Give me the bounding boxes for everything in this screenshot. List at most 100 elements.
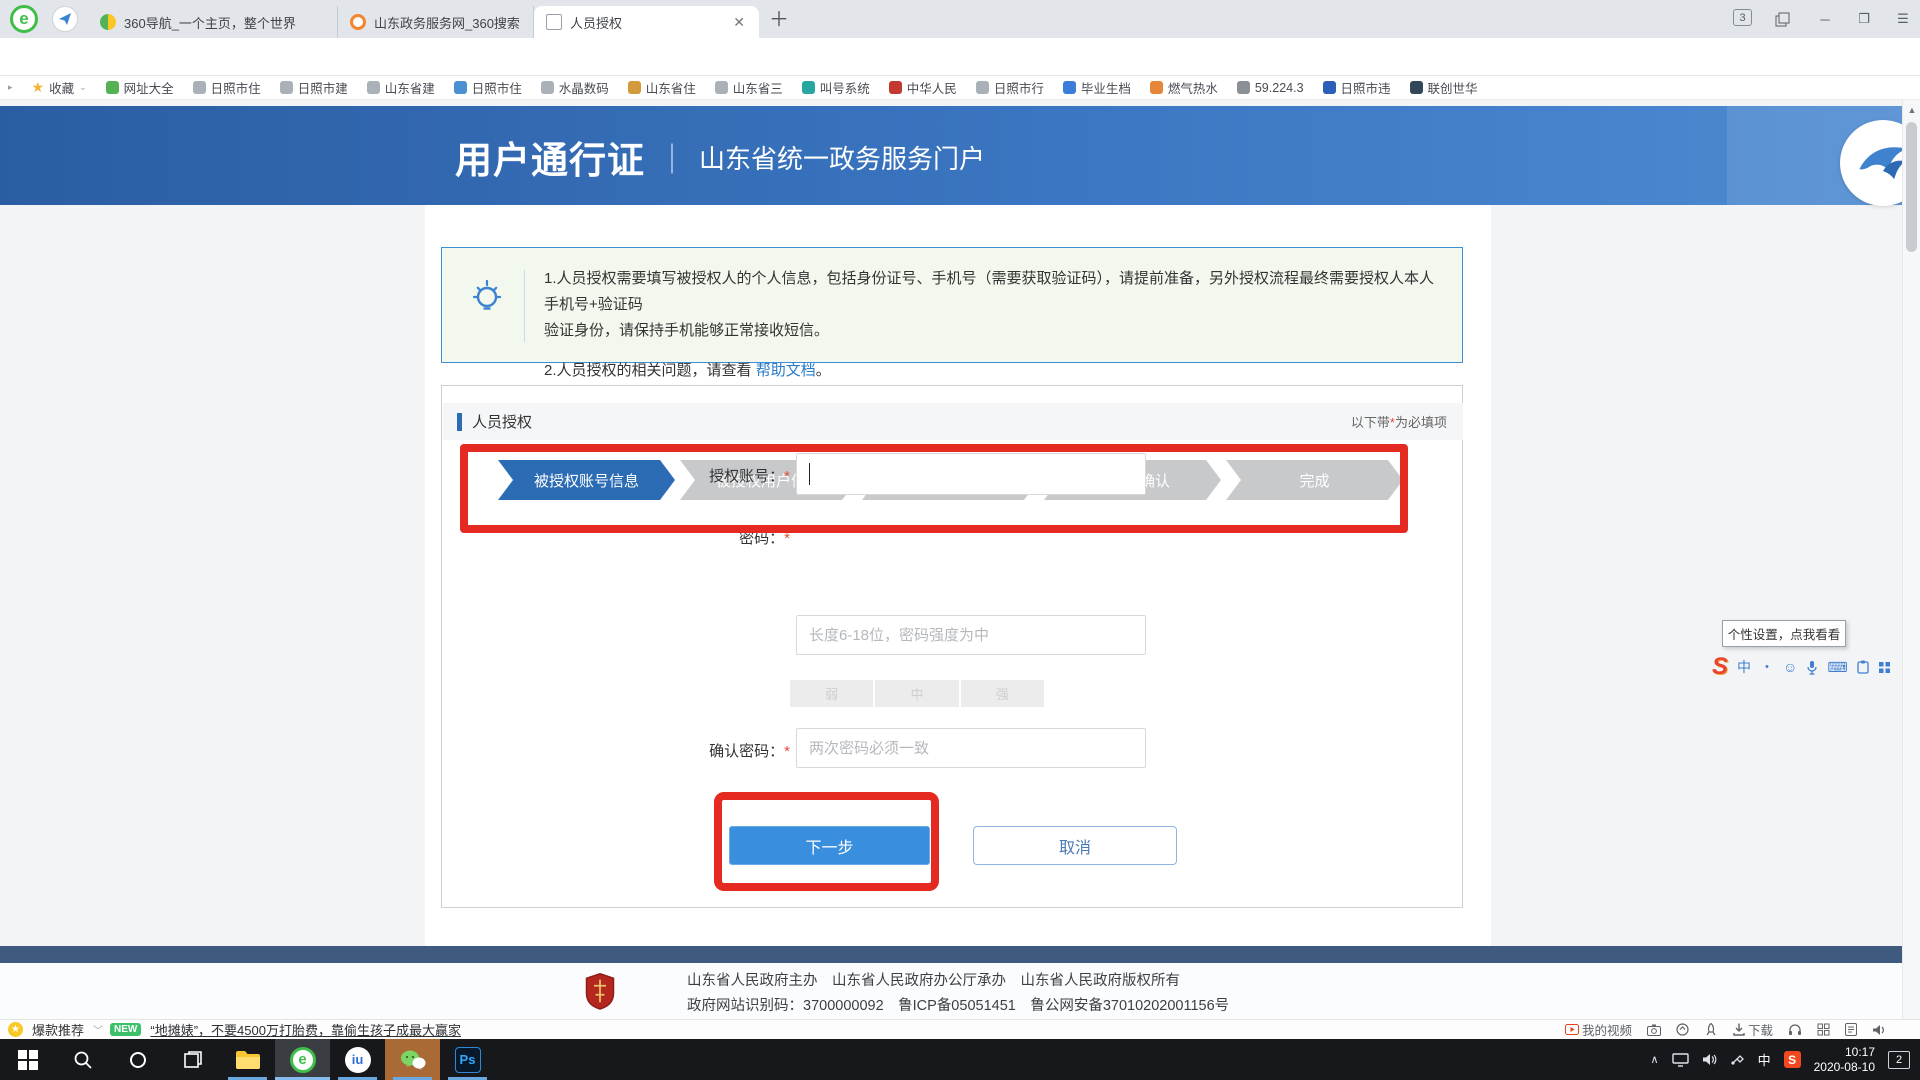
footer-line-2: 政府网站识别码：3700000092 鲁ICP备05051451 鲁公网安备37…: [687, 994, 1229, 1019]
bookmark-item[interactable]: 山东省建: [367, 78, 435, 97]
emoji-icon[interactable]: ☺: [1783, 659, 1797, 675]
mic-icon[interactable]: [1806, 660, 1818, 675]
bookmark-item[interactable]: 网址大全: [106, 78, 174, 97]
annotation-rect-steps: [460, 444, 1408, 533]
double-chevron-icon[interactable]: ﹀: [93, 1022, 101, 1037]
volume-icon[interactable]: [1702, 1053, 1717, 1066]
iu-app-button[interactable]: iu: [330, 1039, 385, 1080]
tab-sd-search[interactable]: 山东政务服务网_360搜索: [338, 6, 534, 38]
bookmark-label: 收藏: [49, 78, 74, 97]
apps-grid-icon[interactable]: [1817, 1023, 1830, 1036]
cancel-button[interactable]: 取消: [973, 826, 1177, 865]
my-videos-button[interactable]: 我的视频: [1565, 1020, 1632, 1039]
bookmark-item[interactable]: 日照市住: [454, 78, 522, 97]
gov-shield-logo: [585, 972, 615, 1015]
bookmark-item[interactable]: 联创世华: [1410, 78, 1478, 97]
strength-weak: 弱: [790, 680, 873, 707]
boost-rocket-icon[interactable]: [1704, 1023, 1718, 1036]
folder-icon: [235, 1049, 261, 1071]
cortana-button[interactable]: [110, 1039, 165, 1080]
reader-icon[interactable]: [1845, 1023, 1857, 1036]
nav-compass-icon[interactable]: [52, 6, 78, 32]
browser-logo-icon[interactable]: e: [10, 5, 38, 33]
ime-indicator[interactable]: 中: [1758, 1050, 1771, 1069]
tab-close-icon[interactable]: ✕: [731, 14, 747, 31]
bookmark-item[interactable]: 毕业生档: [1063, 78, 1131, 97]
scrollbar-thumb[interactable]: [1906, 122, 1917, 252]
page-scrollbar[interactable]: ▲ ▼: [1902, 100, 1920, 1039]
notice-divider: [524, 270, 525, 342]
window-count-badge[interactable]: 3: [1733, 9, 1752, 26]
screenshot-icon[interactable]: [1647, 1024, 1661, 1036]
photoshop-button[interactable]: Ps: [440, 1039, 495, 1080]
task-view-button[interactable]: [165, 1039, 220, 1080]
taskbar-clock[interactable]: 10:17 2020-08-10: [1814, 1045, 1875, 1075]
system-tray: ∧ 中 S 10:17 2020-08-10 2: [1651, 1039, 1920, 1080]
clipboard-icon[interactable]: [1857, 660, 1869, 674]
section-accent-bar: [457, 413, 462, 431]
keyboard-icon[interactable]: ⌨: [1827, 659, 1847, 676]
bookmark-label: 日照市建: [298, 78, 348, 97]
task-view-icon: [183, 1050, 203, 1070]
wechat-button[interactable]: [385, 1039, 440, 1080]
sogou-logo-icon[interactable]: S: [1712, 653, 1728, 681]
bookmark-item[interactable]: 日照市违: [1323, 78, 1391, 97]
bookmark-item[interactable]: 日照市行: [976, 78, 1044, 97]
360-browser-button[interactable]: e: [275, 1039, 330, 1080]
window-stack-icon[interactable]: [1772, 9, 1792, 29]
action-center-button[interactable]: 2: [1888, 1051, 1910, 1069]
windows-taskbar: e iu Ps ∧ 中 S 10:17 2020-08-10 2: [0, 1039, 1920, 1080]
menu-button[interactable]: ☰: [1892, 9, 1914, 29]
play-video-icon: [1565, 1024, 1579, 1035]
confirm-password-input[interactable]: [796, 728, 1146, 768]
help-doc-link[interactable]: 帮助文档: [756, 362, 816, 379]
tab-360-nav[interactable]: 360导航_一个主页，整个世界: [88, 6, 338, 38]
start-button[interactable]: [0, 1039, 55, 1080]
bookmark-label: 日照市违: [1341, 78, 1391, 97]
bookmark-favicon: [106, 81, 119, 94]
ime-punct-toggle[interactable]: ・: [1760, 657, 1774, 677]
bookmark-item[interactable]: 水晶数码: [541, 78, 609, 97]
new-tab-button[interactable]: ＋: [769, 3, 789, 32]
minimize-button[interactable]: ─: [1814, 9, 1836, 29]
bookmark-favicon: [280, 81, 293, 94]
tray-expand-icon[interactable]: ∧: [1651, 1053, 1659, 1066]
ime-lang-toggle[interactable]: 中: [1737, 657, 1751, 677]
tab-personnel-auth[interactable]: 人员授权 ✕: [534, 6, 759, 38]
recommend-headline-link[interactable]: “地摊婊”，不要4500万打胎费，靠偷生孩子成最大赢家: [150, 1020, 461, 1039]
bookmark-label: 山东省三: [733, 78, 783, 97]
restore-button[interactable]: ❐: [1853, 9, 1875, 29]
bookmark-item[interactable]: 山东省三: [715, 78, 783, 97]
bookmark-item[interactable]: 59.224.3: [1237, 81, 1304, 95]
scroll-up-arrow[interactable]: ▲: [1903, 101, 1920, 119]
speaker-icon[interactable]: [1872, 1024, 1886, 1036]
browser-status-bar: ★ 爆款推荐 ﹀ NEW “地摊婊”，不要4500万打胎费，靠偷生孩子成最大赢家…: [0, 1019, 1920, 1039]
bookmark-favicon: [1150, 81, 1163, 94]
file-explorer-button[interactable]: [220, 1039, 275, 1080]
password-input[interactable]: [796, 615, 1146, 655]
bookmarks-bar: ▸ ★收藏⌄ 网址大全 日照市住 日照市建 山东省建 日照市住 水晶数码 山东省…: [0, 76, 1920, 100]
bookmark-item[interactable]: 日照市建: [280, 78, 348, 97]
bookmark-item[interactable]: 山东省住: [628, 78, 696, 97]
recommend-star-icon: ★: [8, 1022, 23, 1037]
usb-plug-icon[interactable]: [1730, 1053, 1745, 1066]
bookmark-favicon: [541, 81, 554, 94]
bookmark-item[interactable]: 燃气热水: [1150, 78, 1218, 97]
ime-tooltip[interactable]: 个性设置，点我看看: [1722, 620, 1846, 647]
bookmark-label: 日照市住: [472, 78, 522, 97]
bookmark-favorites[interactable]: ★收藏⌄: [32, 78, 87, 97]
headset-icon[interactable]: [1788, 1024, 1802, 1036]
toolbox-grid-icon[interactable]: [1878, 661, 1891, 674]
display-icon[interactable]: [1672, 1053, 1689, 1067]
recommend-label[interactable]: 爆款推荐: [32, 1020, 84, 1039]
download-button[interactable]: 下载: [1733, 1020, 1773, 1039]
bookmark-item[interactable]: 中华人民: [889, 78, 957, 97]
notice-text: 1.人员授权需要填写被授权人的个人信息，包括身份证号、手机号（需要获取验证码），…: [544, 266, 1444, 384]
sogou-tray-icon[interactable]: S: [1784, 1051, 1801, 1068]
bookmark-item[interactable]: 日照市住: [193, 78, 261, 97]
collapse-icon[interactable]: ▸: [8, 82, 13, 93]
refresh-circle-icon[interactable]: [1676, 1023, 1689, 1036]
bookmark-item[interactable]: 叫号系统: [802, 78, 870, 97]
bookmark-label: 山东省建: [385, 78, 435, 97]
taskbar-search-button[interactable]: [55, 1039, 110, 1080]
